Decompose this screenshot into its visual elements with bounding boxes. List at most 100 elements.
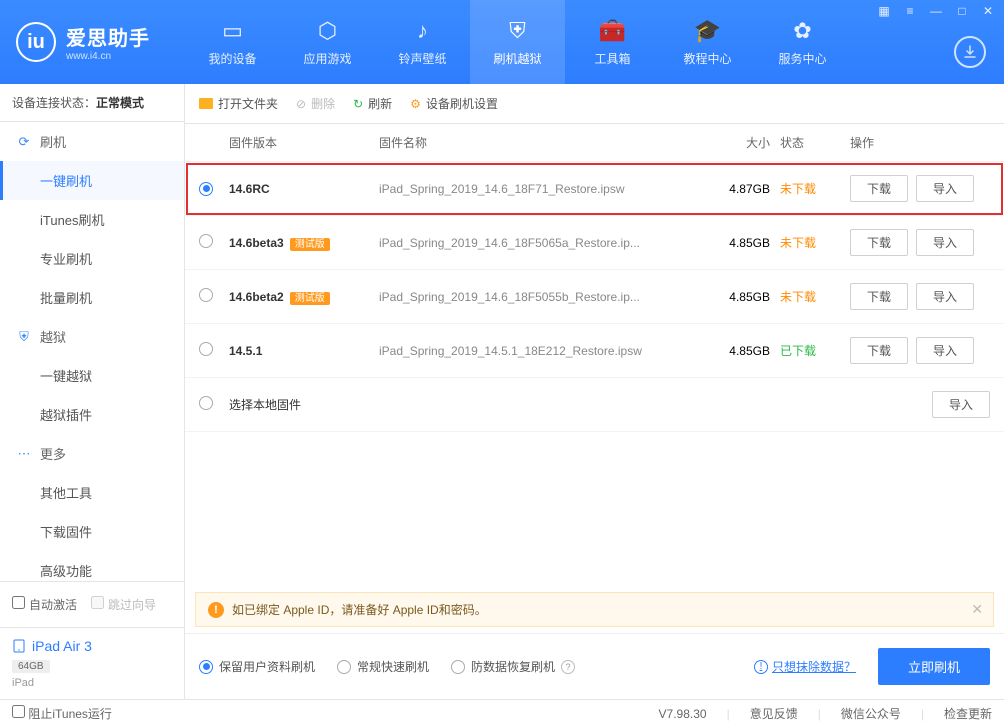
main-content: 打开文件夹 ⊘删除 ↻刷新 ⚙设备刷机设置 固件版本 固件名称 大小 状态 操作…: [185, 84, 1004, 699]
window-maximize-icon[interactable]: □: [954, 4, 970, 18]
device-info: iPad Air 3 64GB iPad: [0, 627, 184, 699]
skip-wizard-checkbox[interactable]: 跳过向导: [91, 596, 156, 613]
delete-button[interactable]: ⊘删除: [296, 95, 335, 112]
sidebar-item[interactable]: 一键刷机: [0, 161, 184, 200]
col-size: 大小: [700, 134, 780, 151]
import-button[interactable]: 导入: [916, 175, 974, 202]
sidebar-list: ⟳刷机一键刷机iTunes刷机专业刷机批量刷机⛨越狱一键越狱越狱插件⋯更多其他工…: [0, 122, 184, 581]
row-version: 14.6beta2测试版: [229, 289, 379, 304]
firmware-row[interactable]: 14.5.1iPad_Spring_2019_14.5.1_18E212_Res…: [185, 324, 1004, 378]
group-icon: ⋯: [16, 446, 32, 462]
sidebar: 设备连接状态：正常模式 ⟳刷机一键刷机iTunes刷机专业刷机批量刷机⛨越狱一键…: [0, 84, 185, 699]
import-button[interactable]: 导入: [916, 229, 974, 256]
logo: iu 爱思助手 www.i4.cn: [0, 22, 185, 62]
nav-icon: ▭: [222, 18, 243, 44]
nav-icon: ♪: [417, 18, 428, 44]
local-firmware-row[interactable]: 选择本地固件导入: [185, 378, 1004, 432]
feedback-link[interactable]: 意见反馈: [750, 705, 798, 722]
header-download-button[interactable]: [954, 36, 986, 68]
row-size: 4.85GB: [700, 236, 780, 250]
toolbar: 打开文件夹 ⊘删除 ↻刷新 ⚙设备刷机设置: [185, 84, 1004, 124]
nav-icon: ⬡: [318, 18, 337, 44]
sidebar-item[interactable]: 批量刷机: [0, 278, 184, 317]
option-keep-data[interactable]: 保留用户资料刷机: [199, 658, 315, 675]
table-header: 固件版本 固件名称 大小 状态 操作: [185, 124, 1004, 162]
row-status: 未下载: [780, 234, 850, 251]
device-capacity-badge: 64GB: [12, 660, 50, 673]
firmware-row[interactable]: 14.6beta3测试版iPad_Spring_2019_14.6_18F506…: [185, 216, 1004, 270]
nav-icon: ⛨: [509, 18, 526, 44]
app-title: 爱思助手: [66, 22, 150, 51]
firmware-row[interactable]: 14.6beta2测试版iPad_Spring_2019_14.6_18F505…: [185, 270, 1004, 324]
nav-tab-5[interactable]: 🎓教程中心: [660, 0, 755, 84]
sidebar-group: ⋯更多: [0, 434, 184, 473]
footer: 阻止iTunes运行 V7.98.30 | 意见反馈 | 微信公众号 | 检查更…: [0, 699, 1004, 727]
nav-tab-3[interactable]: ⛨刷机越狱: [470, 0, 565, 84]
option-normal[interactable]: 常规快速刷机: [337, 658, 429, 675]
row-name: iPad_Spring_2019_14.6_18F5065a_Restore.i…: [379, 236, 700, 250]
col-action: 操作: [850, 134, 990, 151]
test-badge: 测试版: [290, 292, 330, 305]
row-status: 已下载: [780, 342, 850, 359]
wechat-link[interactable]: 微信公众号: [841, 705, 901, 722]
device-name[interactable]: iPad Air 3: [12, 638, 172, 654]
auto-activate-checkbox[interactable]: 自动激活: [12, 596, 77, 613]
help-icon[interactable]: ?: [561, 660, 575, 674]
flash-now-button[interactable]: 立即刷机: [878, 648, 990, 685]
row-radio[interactable]: [199, 234, 213, 248]
download-button[interactable]: 下载: [850, 283, 908, 310]
device-status-label: 设备连接状态：: [12, 96, 96, 110]
download-button[interactable]: 下载: [850, 337, 908, 364]
sidebar-item[interactable]: 专业刷机: [0, 239, 184, 278]
nav-icon: 🧰: [599, 18, 626, 44]
row-radio[interactable]: [199, 396, 213, 410]
sidebar-item[interactable]: 下载固件: [0, 512, 184, 551]
nav-tab-2[interactable]: ♪铃声壁纸: [375, 0, 470, 84]
delete-icon: ⊘: [296, 97, 306, 111]
sidebar-item[interactable]: 越狱插件: [0, 395, 184, 434]
col-name: 固件名称: [379, 134, 700, 151]
close-alert-button[interactable]: ✕: [971, 601, 983, 618]
row-radio[interactable]: [199, 182, 213, 196]
block-itunes-checkbox[interactable]: 阻止iTunes运行: [12, 705, 112, 722]
import-button[interactable]: 导入: [916, 283, 974, 310]
row-size: 4.85GB: [700, 290, 780, 304]
nav-tab-0[interactable]: ▭ 我的设备: [185, 0, 280, 84]
sidebar-item[interactable]: iTunes刷机: [0, 200, 184, 239]
refresh-button[interactable]: ↻刷新: [353, 95, 392, 112]
option-anti-recovery[interactable]: 防数据恢复刷机?: [451, 658, 575, 675]
folder-icon: [199, 98, 213, 109]
erase-data-link[interactable]: !只想抹除数据？: [754, 658, 856, 675]
row-radio[interactable]: [199, 288, 213, 302]
nav-label: 工具箱: [594, 50, 630, 67]
nav-icon: ✿: [793, 18, 811, 44]
row-size: 4.85GB: [700, 344, 780, 358]
device-settings-button[interactable]: ⚙设备刷机设置: [410, 95, 498, 112]
window-close-icon[interactable]: ✕: [980, 4, 996, 18]
nav-tab-6[interactable]: ✿ 服务中心: [755, 0, 850, 84]
import-button[interactable]: 导入: [916, 337, 974, 364]
window-menu-icon[interactable]: ≡: [902, 4, 918, 18]
window-grid-icon[interactable]: ▦: [876, 4, 892, 18]
download-button[interactable]: 下载: [850, 229, 908, 256]
sidebar-item[interactable]: 其他工具: [0, 473, 184, 512]
download-button[interactable]: 下载: [850, 175, 908, 202]
open-folder-button[interactable]: 打开文件夹: [199, 95, 278, 112]
warning-icon: !: [208, 602, 224, 618]
col-version: 固件版本: [229, 134, 379, 151]
update-link[interactable]: 检查更新: [944, 705, 992, 722]
nav-tab-1[interactable]: ⬡应用游戏: [280, 0, 375, 84]
window-minimize-icon[interactable]: —: [928, 4, 944, 18]
nav-label: 服务中心: [778, 50, 826, 67]
row-radio[interactable]: [199, 342, 213, 356]
nav-tab-4[interactable]: 🧰 工具箱: [565, 0, 660, 84]
row-version: 14.5.1: [229, 344, 379, 358]
sidebar-item[interactable]: 高级功能: [0, 551, 184, 581]
sidebar-item[interactable]: 一键越狱: [0, 356, 184, 395]
row-name: iPad_Spring_2019_14.6_18F71_Restore.ipsw: [379, 182, 700, 196]
nav-label: 教程中心: [683, 50, 731, 67]
nav-label: 我的设备: [208, 50, 256, 67]
firmware-row[interactable]: 14.6RCiPad_Spring_2019_14.6_18F71_Restor…: [185, 162, 1004, 216]
import-button[interactable]: 导入: [932, 391, 990, 418]
flash-options: 保留用户资料刷机 常规快速刷机 防数据恢复刷机? !只想抹除数据？ 立即刷机: [185, 633, 1004, 699]
